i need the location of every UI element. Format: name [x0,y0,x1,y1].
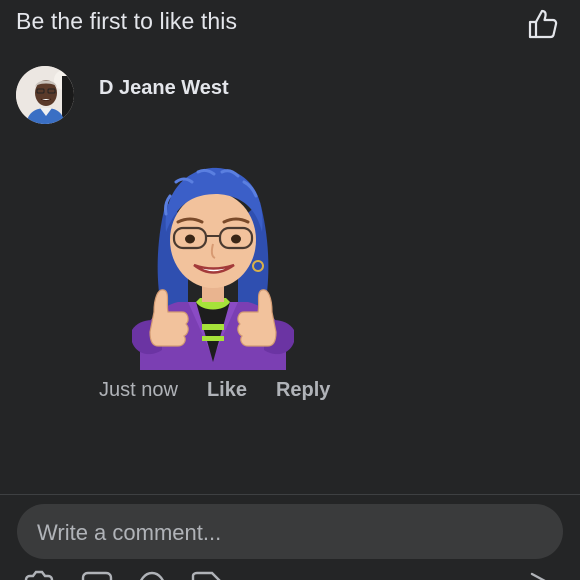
comments-panel: Be the first to like this D Jeane West J… [0,0,580,580]
composer-divider [0,494,580,495]
send-icon[interactable] [528,570,562,580]
sticker-icon[interactable] [190,570,224,580]
comment-reply-button[interactable]: Reply [276,379,330,402]
comment-input[interactable] [35,504,539,561]
comment-like-button[interactable]: Like [207,379,247,402]
emoji-icon[interactable] [135,570,169,580]
like-status-text: Be the first to like this [16,8,238,34]
gif-icon[interactable] [80,570,114,580]
thumbs-up-icon[interactable] [526,7,560,41]
author-avatar[interactable] [16,66,74,124]
comment-author-name[interactable]: D Jeane West [99,77,229,100]
comment-actions: Just now Like Reply [99,379,359,402]
comment-timestamp: Just now [99,379,178,401]
avatar-photo [16,66,74,124]
comment-composer[interactable] [17,504,563,561]
thumbs-up-avatar-sticker [132,167,294,370]
camera-icon[interactable] [22,570,56,580]
